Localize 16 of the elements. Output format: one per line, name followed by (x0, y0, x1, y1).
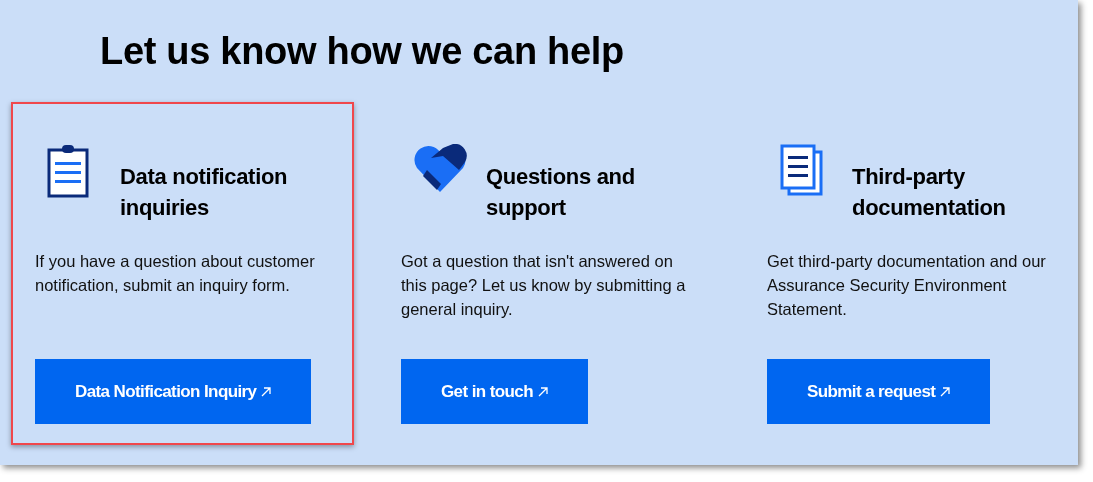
clipboard-icon (47, 144, 89, 198)
card-title: Questions and support (486, 163, 636, 222)
card-button[interactable]: Submit a request (767, 359, 991, 424)
card-description: Got a question that isn't answered on this page? Let us know by submitting a general inquiry. (401, 251, 687, 320)
card-description: If you have a question about customer notification, submit an inquiry form. (35, 251, 316, 296)
card-title: Data notification inquiries (120, 163, 289, 222)
card-button[interactable]: Get in touch (401, 359, 588, 424)
page-heading: Let us know how we can help (100, 29, 625, 74)
card-button[interactable]: Data Notification Inquiry (35, 359, 312, 424)
card-description: Get third-party documentation and our Assurance Security Environment Statement. (767, 251, 1047, 320)
heart-handshake-icon (413, 144, 467, 194)
card-title: Third-party documentation (852, 163, 1007, 222)
documents-icon (779, 144, 825, 198)
external-link-icon (537, 386, 548, 397)
external-link-icon (261, 386, 272, 397)
external-link-icon (940, 386, 951, 397)
